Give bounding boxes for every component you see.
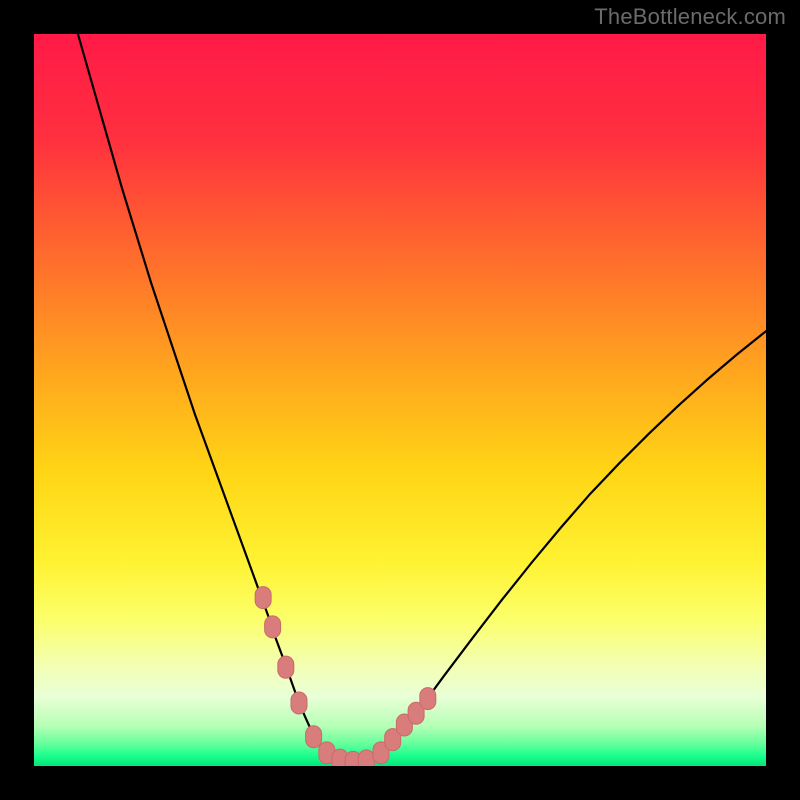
marker-dot [291, 692, 307, 714]
marker-dot [265, 616, 281, 638]
app-frame: TheBottleneck.com [0, 0, 800, 800]
bottleneck-chart [34, 34, 766, 766]
marker-dot [306, 726, 322, 748]
marker-dot [420, 688, 436, 710]
watermark-text: TheBottleneck.com [594, 4, 786, 30]
marker-dot [278, 656, 294, 678]
marker-dot [358, 750, 374, 766]
chart-background [34, 34, 766, 766]
marker-dot [255, 587, 271, 609]
